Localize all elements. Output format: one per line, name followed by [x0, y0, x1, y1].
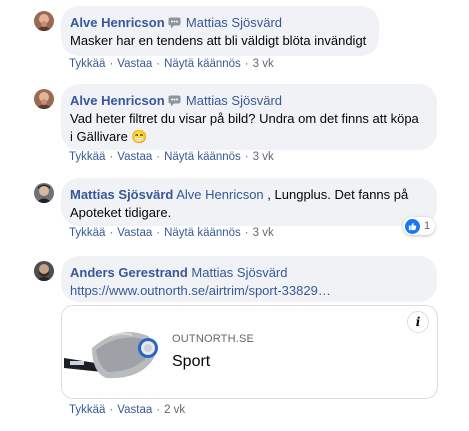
translate-link[interactable]: Näytä käännös [164, 58, 241, 70]
comment-actions: Tykkää · Vastaa · Näytä käännös · 3 vk [69, 58, 274, 70]
reply-to-name[interactable]: Mattias Sjösvärd [186, 15, 282, 30]
translate-link[interactable]: Näytä käännös [164, 227, 241, 239]
comment-actions: Tykkää · Vastaa · Näytä käännös · 3 vk [69, 227, 274, 239]
reply-link[interactable]: Vastaa [117, 58, 152, 70]
speech-bubble-icon [168, 95, 181, 107]
timestamp[interactable]: 3 vk [253, 58, 274, 70]
comment-text-line2: Apoteket tidigare. [70, 205, 172, 220]
like-link[interactable]: Tykkää [69, 151, 105, 163]
comment-actions: Tykkää · Vastaa · 2 vk [69, 404, 186, 416]
like-link[interactable]: Tykkää [69, 58, 105, 70]
comment-bubble: Alve Henricson Mattias Sjösvärd Vad hete… [61, 84, 437, 150]
translate-link[interactable]: Näytä käännös [164, 151, 241, 163]
comment-text-line1: Vad heter filtret du visar på bild? Undr… [70, 111, 419, 126]
reaction-count: 1 [424, 220, 431, 232]
timestamp[interactable]: 3 vk [253, 151, 274, 163]
reply-link[interactable]: Vastaa [117, 151, 152, 163]
comment-text-line2: i Gällivare 😁 [70, 129, 148, 144]
author-name[interactable]: Mattias Sjösvärd [70, 187, 173, 202]
comment-text: Masker har en tendens att bli väldigt bl… [70, 33, 367, 48]
reply-to-name[interactable]: Mattias Sjösvärd [186, 93, 282, 108]
link-preview-title[interactable]: Sport [172, 353, 210, 371]
avatar[interactable] [34, 89, 54, 109]
like-link[interactable]: Tykkää [69, 404, 105, 416]
reply-to-name[interactable]: Alve Henricson [176, 187, 263, 202]
reply-link[interactable]: Vastaa [117, 227, 152, 239]
like-link[interactable]: Tykkää [69, 227, 105, 239]
author-name[interactable]: Alve Henricson [70, 93, 165, 108]
reply-link[interactable]: Vastaa [117, 404, 152, 416]
link-preview-domain: OUTNORTH.SE [172, 333, 255, 345]
link-preview-card[interactable]: OUTNORTH.SE Sport i [61, 305, 438, 399]
author-name[interactable]: Anders Gerestrand [70, 265, 188, 280]
author-name[interactable]: Alve Henricson [70, 15, 165, 30]
comment-link[interactable]: https://www.outnorth.se/airtrim/sport-33… [70, 283, 331, 298]
comment-bubble: Mattias Sjösvärd Alve Henricson , Lungpl… [61, 178, 437, 226]
info-icon[interactable]: i [407, 311, 429, 333]
thumbs-up-icon [405, 218, 420, 234]
comment-text-line1: , Lungplus. Det fanns på [267, 187, 409, 202]
comment-bubble: Alve Henricson Mattias Sjösvärd Masker h… [61, 6, 379, 56]
link-preview-image[interactable] [62, 306, 162, 398]
timestamp[interactable]: 3 vk [253, 227, 274, 239]
speech-bubble-icon [168, 17, 181, 29]
avatar[interactable] [34, 183, 54, 203]
comment-bubble: Anders Gerestrand Mattias Sjösvärd https… [61, 256, 437, 302]
avatar[interactable] [34, 261, 54, 281]
timestamp[interactable]: 2 vk [164, 404, 185, 416]
avatar[interactable] [34, 11, 54, 31]
comment-actions: Tykkää · Vastaa · Näytä käännös · 3 vk [69, 151, 274, 163]
reply-to-name[interactable]: Mattias Sjösvärd [191, 265, 287, 280]
reaction-badge[interactable]: 1 [403, 217, 436, 235]
